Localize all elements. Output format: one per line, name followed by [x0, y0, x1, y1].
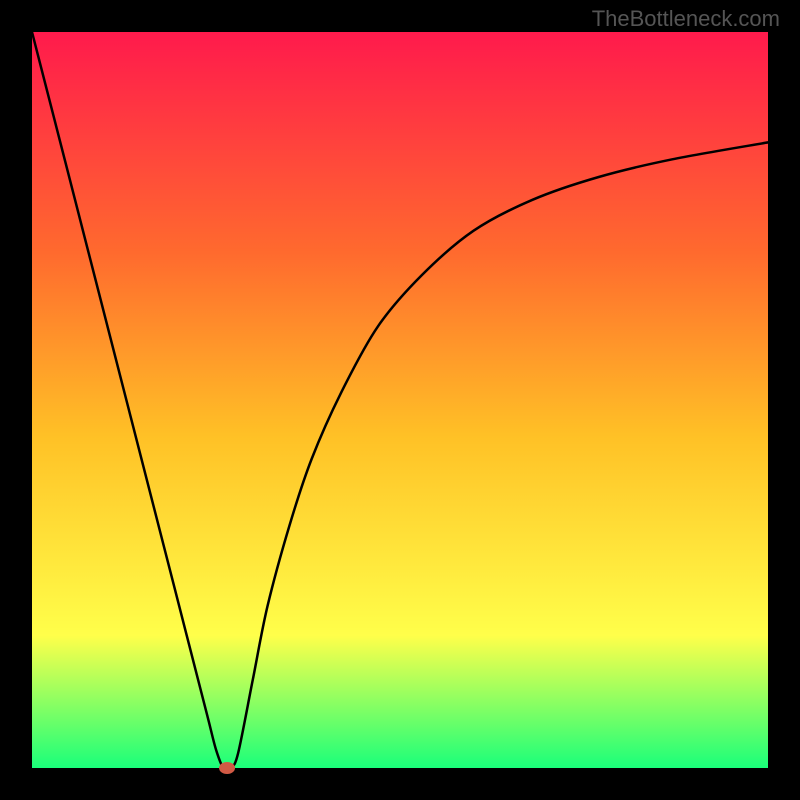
optimal-point-marker — [219, 762, 235, 774]
plot-background — [32, 32, 768, 768]
bottleneck-chart: TheBottleneck.com — [0, 0, 800, 800]
chart-svg — [0, 0, 800, 800]
watermark-text: TheBottleneck.com — [592, 6, 780, 32]
